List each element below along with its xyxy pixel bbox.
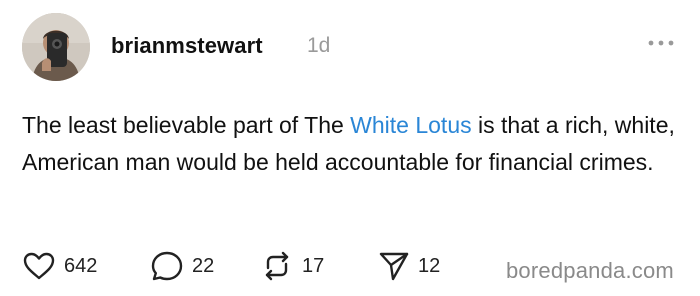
repost-count: 17: [302, 254, 325, 277]
avatar-photo-icon: [22, 13, 90, 81]
share-count: 12: [418, 254, 441, 277]
reply-button[interactable]: 22: [150, 248, 214, 284]
repost-icon: [265, 251, 289, 281]
avatar[interactable]: [22, 13, 90, 81]
repost-button[interactable]: 17: [260, 248, 324, 284]
username[interactable]: brianmstewart: [111, 33, 263, 59]
more-options-button[interactable]: [644, 36, 678, 50]
send-icon: [379, 252, 409, 281]
post-card: brianmstewart 1d The least believable pa…: [0, 0, 700, 296]
post-text: The least believable part of The White L…: [22, 107, 682, 181]
like-button[interactable]: 642: [22, 248, 97, 284]
watermark: boredpanda.com: [506, 258, 674, 283]
like-count: 642: [64, 254, 98, 277]
comment-icon: [151, 251, 183, 281]
more-horizontal-icon: [648, 40, 674, 46]
post-text-before: The least believable part of The: [22, 112, 351, 138]
timestamp: 1d: [307, 34, 331, 57]
heart-icon: [23, 252, 55, 280]
reply-count: 22: [192, 254, 215, 277]
white-lotus-link[interactable]: White Lotus: [350, 112, 471, 138]
share-button[interactable]: 12: [378, 248, 440, 284]
